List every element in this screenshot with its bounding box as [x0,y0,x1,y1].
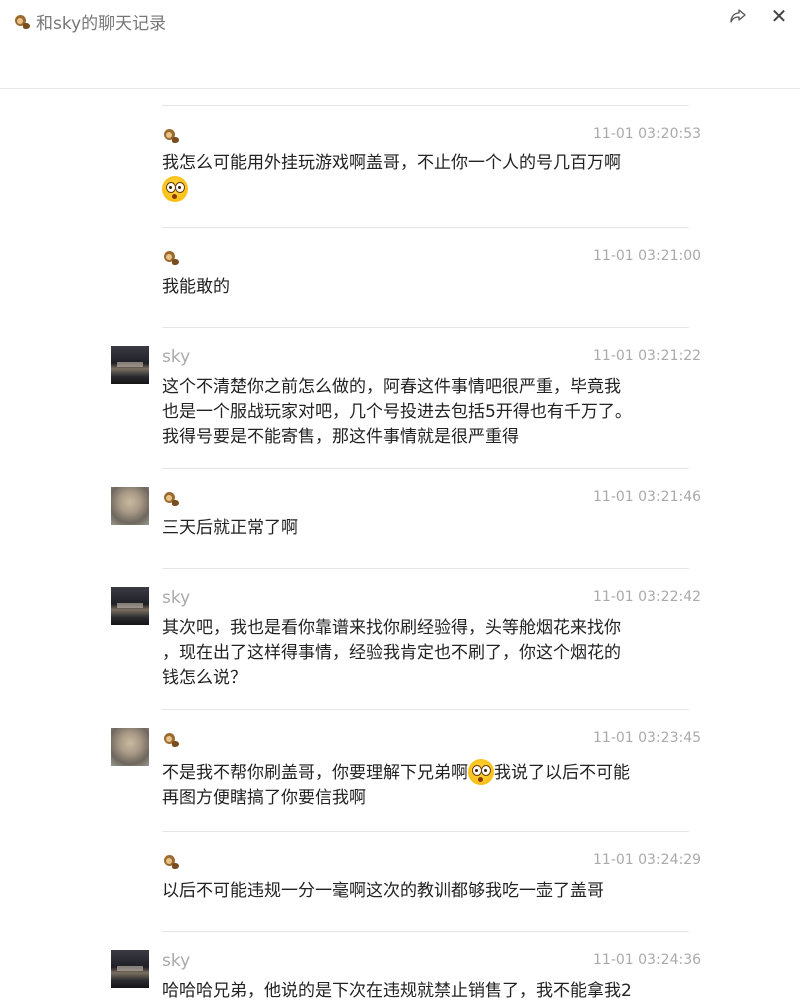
message-divider [162,105,689,106]
close-icon[interactable]: ✕ [767,4,791,28]
message-divider [162,931,689,932]
sender-name: sky [162,347,191,367]
message-text: 不是我不帮你刷盖哥，你要理解下兄弟啊 我说了以后不可能 再图方便瞎搞了你要信我啊 [162,759,662,811]
message-divider [162,227,689,228]
message-time: 11-01 03:24:36 [593,952,702,968]
flushed-emoji [162,176,188,202]
message-divider [162,568,689,569]
message-text: 以后不可能违规一分一毫啊这次的教训都够我吃一壶了盖哥 [162,881,604,901]
message-time: 11-01 03:21:00 [593,248,702,264]
message-divider [162,327,689,328]
avatar[interactable] [111,587,149,625]
message-text: 我能敢的 [162,277,230,297]
sender-name: sky [162,951,191,971]
monkey-icon [163,490,180,507]
monkey-icon [163,731,180,748]
avatar[interactable] [111,346,149,384]
avatar[interactable] [111,950,149,988]
message-time: 11-01 03:22:42 [593,589,702,605]
message-time: 11-01 03:21:46 [593,489,702,505]
sender-name: sky [162,588,191,608]
message-time: 11-01 03:20:53 [593,126,702,142]
message-divider [162,709,689,710]
message-time: 11-01 03:21:22 [593,348,702,364]
message-text: 这个不清楚你之前怎么做的，阿春这件事情吧很严重，毕竟我 也是一个服战玩家对吧，几… [162,377,632,447]
share-icon[interactable] [726,4,750,28]
monkey-icon [163,127,180,144]
message-divider [162,468,689,469]
message-text: 哈哈哈兄弟，他说的是下次在违规就禁止销售了，我不能拿我2 [162,981,632,1000]
monkey-icon [163,249,180,266]
monkey-icon [163,853,180,870]
avatar[interactable] [111,728,149,766]
title-bar: 和sky的聊天记录 ✕ [0,0,800,89]
chat-history[interactable]: 11-01 03:20:53 我怎么可能用外挂玩游戏啊盖哥，不止你一个人的号几百… [0,89,800,1000]
message-divider [162,831,689,832]
avatar[interactable] [111,487,149,525]
window-title-group: 和sky的聊天记录 [14,9,166,34]
message-time: 11-01 03:24:29 [593,852,702,868]
monkey-icon [14,13,31,30]
window-title: 和sky的聊天记录 [36,14,167,34]
flushed-emoji [468,759,494,785]
message-text: 三天后就正常了啊 [162,518,298,538]
message-text: 我怎么可能用外挂玩游戏啊盖哥，不止你一个人的号几百万啊 [162,151,662,203]
message-time: 11-01 03:23:45 [593,730,702,746]
message-text: 其次吧，我也是看你靠谱来找你刷经验得，头等舱烟花来找你 ，现在出了这样得事情，经… [162,618,621,688]
